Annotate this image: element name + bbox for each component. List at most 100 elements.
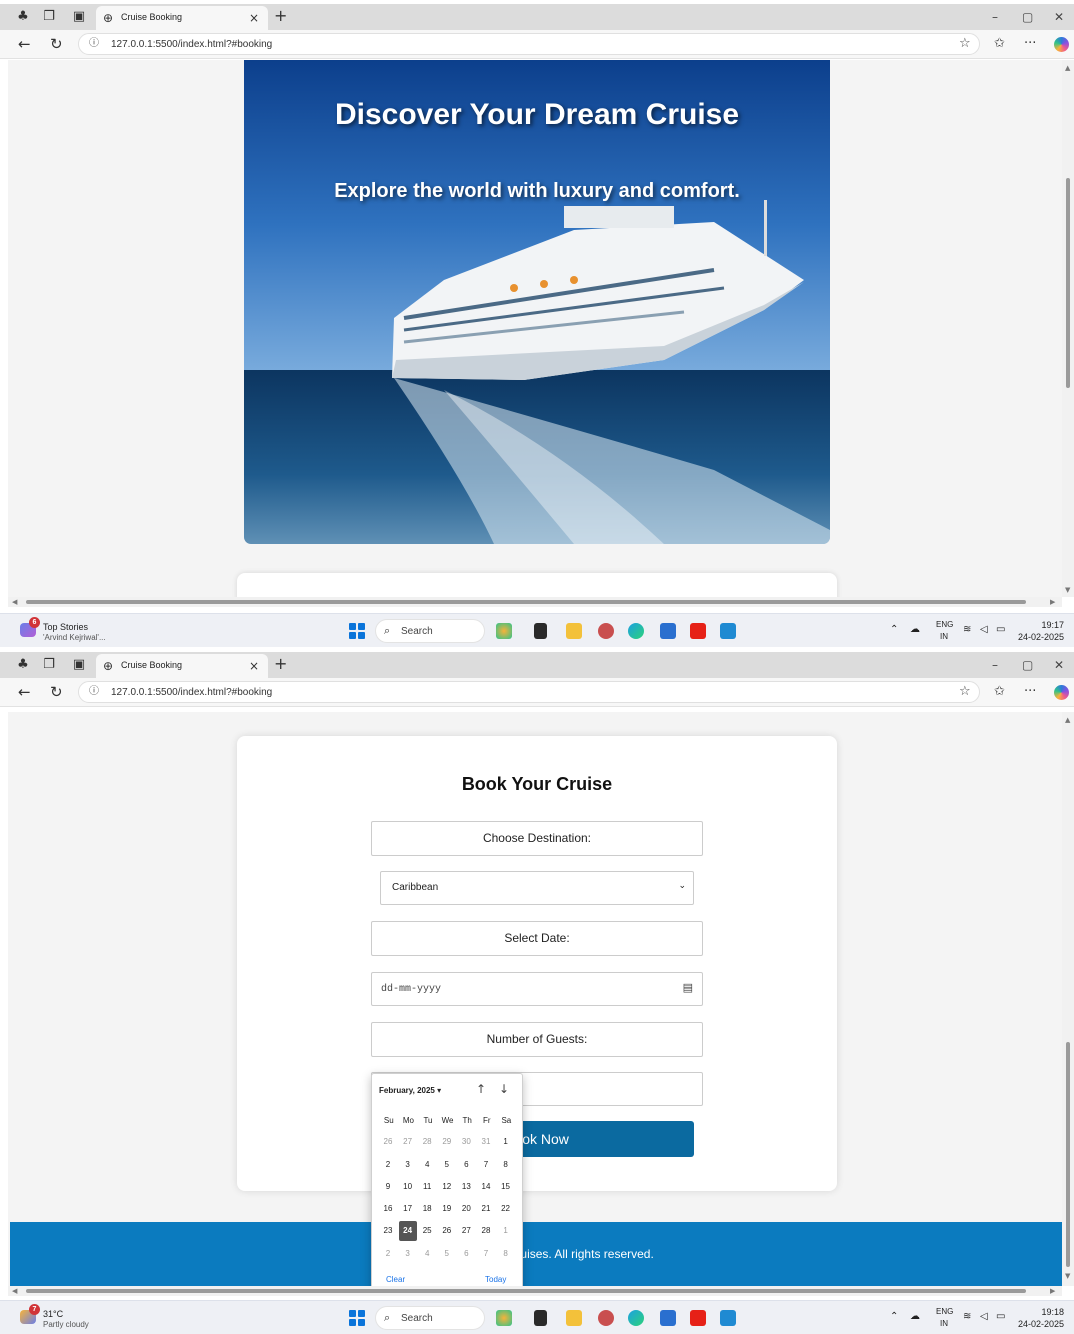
calendar-day-selected[interactable]: 24 — [398, 1221, 417, 1242]
file-explorer-icon[interactable] — [566, 623, 582, 639]
onedrive-icon[interactable]: ☁ — [910, 1310, 920, 1324]
calendar-day[interactable]: 21 — [477, 1199, 495, 1219]
scroll-down-icon[interactable]: ▼ — [1065, 586, 1070, 594]
vertical-scrollbar[interactable]: ▲ ▼ — [1062, 60, 1074, 597]
horizontal-scrollbar[interactable]: ◀ ▶ — [8, 597, 1062, 607]
calendar-day[interactable]: 1 — [497, 1132, 515, 1152]
tab-close-button[interactable]: × — [249, 10, 259, 26]
scroll-up-icon[interactable]: ▲ — [1065, 64, 1070, 72]
calendar-day[interactable]: 4 — [418, 1244, 436, 1264]
calendar-day[interactable]: 7 — [477, 1244, 495, 1264]
horizontal-scrollbar[interactable]: ◀ ▶ — [8, 1286, 1062, 1296]
h-scroll-thumb[interactable] — [26, 600, 1026, 604]
info-icon[interactable]: ⓘ — [89, 685, 99, 699]
calendar-day[interactable]: 7 — [477, 1155, 495, 1175]
tab-cruise-booking[interactable]: ⊕ Cruise Booking × — [96, 6, 268, 30]
calendar-day[interactable]: 22 — [497, 1199, 515, 1219]
start-button[interactable] — [349, 623, 365, 639]
new-tab-button[interactable]: + — [274, 7, 287, 25]
calendar-day[interactable]: 30 — [457, 1132, 475, 1152]
restore-button[interactable]: ▢ — [1022, 656, 1033, 674]
calendar-day[interactable]: 2 — [379, 1244, 397, 1264]
next-month-arrow-icon[interactable]: ↓ — [499, 1082, 509, 1096]
clock-time[interactable]: 19:17 — [1041, 620, 1064, 630]
task-view-icon[interactable] — [534, 1310, 547, 1326]
favorites-icon[interactable]: ✩ — [994, 683, 1005, 701]
store-icon[interactable] — [660, 623, 676, 639]
wifi-icon[interactable]: ≋ — [963, 623, 971, 637]
calendar-day[interactable]: 2 — [379, 1155, 397, 1175]
scroll-thumb[interactable] — [1066, 178, 1070, 388]
calendar-day[interactable]: 13 — [457, 1177, 475, 1197]
calendar-day[interactable]: 3 — [399, 1244, 417, 1264]
language-label[interactable]: ENG — [936, 1307, 953, 1316]
calendar-icon[interactable]: ▤ — [683, 981, 693, 995]
calendar-day[interactable]: 5 — [438, 1155, 456, 1175]
calendar-day[interactable]: 28 — [418, 1132, 436, 1152]
tab-cruise-booking[interactable]: ⊕ Cruise Booking × — [96, 654, 268, 678]
favorite-star-icon[interactable]: ☆ — [959, 684, 971, 700]
info-icon[interactable]: ⓘ — [89, 37, 99, 51]
scroll-thumb[interactable] — [1066, 1042, 1070, 1267]
widget-subtitle[interactable]: 'Arvind Kejriwal'... — [43, 633, 106, 642]
calendar-day[interactable]: 5 — [438, 1244, 456, 1264]
calendar-day[interactable]: 25 — [418, 1221, 436, 1241]
calendar-day[interactable]: 16 — [379, 1199, 397, 1219]
clear-date-button[interactable]: Clear — [386, 1275, 405, 1284]
workspaces-icon[interactable]: ❐ — [40, 656, 58, 674]
calendar-day[interactable]: 23 — [379, 1221, 397, 1241]
calendar-day[interactable]: 8 — [497, 1155, 515, 1175]
edge-icon[interactable] — [628, 1310, 644, 1326]
back-button[interactable]: ← — [18, 683, 31, 701]
destination-select[interactable]: Caribbean ⌄ — [380, 871, 694, 905]
minimize-button[interactable]: – — [992, 8, 998, 26]
store-icon[interactable] — [660, 1310, 676, 1326]
calendar-day[interactable]: 18 — [418, 1199, 436, 1219]
back-button[interactable]: ← — [18, 35, 31, 53]
scroll-left-icon[interactable]: ◀ — [12, 1286, 17, 1296]
url-field[interactable]: ⓘ 127.0.0.1:5500/index.html?#booking ☆ — [78, 681, 980, 703]
calendar-day[interactable]: 17 — [399, 1199, 417, 1219]
wifi-icon[interactable]: ≋ — [963, 1310, 971, 1324]
favorite-star-icon[interactable]: ☆ — [959, 36, 971, 52]
calendar-day[interactable]: 28 — [477, 1221, 495, 1241]
region-label[interactable]: IN — [940, 1319, 948, 1328]
calendar-day[interactable]: 1 — [497, 1221, 515, 1241]
calendar-day[interactable]: 31 — [477, 1132, 495, 1152]
scroll-down-icon[interactable]: ▼ — [1065, 1272, 1070, 1280]
calendar-day[interactable]: 27 — [399, 1132, 417, 1152]
volume-icon[interactable]: ◁ — [980, 623, 988, 637]
vscode-icon[interactable] — [720, 1310, 736, 1326]
scroll-left-icon[interactable]: ◀ — [12, 597, 17, 607]
scroll-up-icon[interactable]: ▲ — [1065, 716, 1070, 724]
reload-button[interactable]: ↻ — [50, 35, 63, 53]
tray-chevron-icon[interactable]: ⌃ — [890, 1310, 898, 1324]
favorites-icon[interactable]: ✩ — [994, 35, 1005, 53]
taskbar-search[interactable]: ⌕ Search — [375, 1306, 485, 1330]
volume-icon[interactable]: ◁ — [980, 1310, 988, 1324]
youtube-icon[interactable] — [690, 623, 706, 639]
scroll-right-icon[interactable]: ▶ — [1050, 1286, 1055, 1296]
reload-button[interactable]: ↻ — [50, 683, 63, 701]
calendar-day[interactable]: 26 — [438, 1221, 456, 1241]
profile-icon[interactable]: ♣ — [14, 656, 32, 674]
more-menu-button[interactable]: ··· — [1024, 35, 1036, 53]
youtube-icon[interactable] — [690, 1310, 706, 1326]
calendar-day[interactable]: 6 — [457, 1244, 475, 1264]
workspaces-icon[interactable]: ❐ — [40, 8, 58, 26]
task-view-icon[interactable] — [534, 623, 547, 639]
today-button[interactable]: Today — [485, 1275, 506, 1284]
widget-subtitle[interactable]: Partly cloudy — [43, 1320, 89, 1329]
widget-title[interactable]: 31°C — [43, 1309, 63, 1319]
calendar-day[interactable]: 29 — [438, 1132, 456, 1152]
taskbar-search[interactable]: ⌕ Search — [375, 619, 485, 643]
clock-date[interactable]: 24-02-2025 — [1018, 1319, 1064, 1329]
tab-actions-icon[interactable]: ▣ — [70, 656, 88, 674]
previous-month-arrow-icon[interactable]: ↑ — [476, 1082, 486, 1096]
region-label[interactable]: IN — [940, 632, 948, 641]
close-window-button[interactable]: ✕ — [1054, 656, 1064, 674]
copilot-icon[interactable] — [1054, 37, 1069, 52]
calendar-day[interactable]: 15 — [497, 1177, 515, 1197]
h-scroll-thumb[interactable] — [26, 1289, 1026, 1293]
url-field[interactable]: ⓘ 127.0.0.1:5500/index.html?#booking ☆ — [78, 33, 980, 55]
